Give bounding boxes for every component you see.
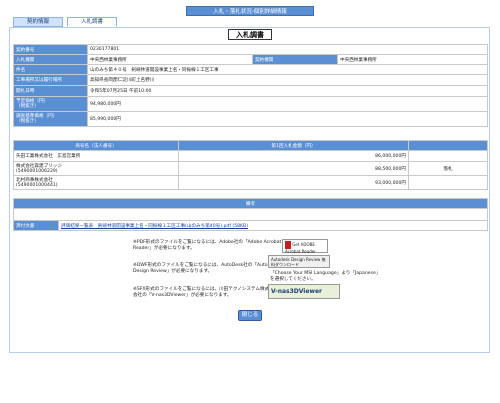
tab-bar: 契約情報 入札調書 xyxy=(13,17,117,27)
detail-label: 契約番号 xyxy=(13,44,88,55)
adobe-reader-badge[interactable]: Get ADOBE Acrobat Reader xyxy=(282,239,328,254)
attachment-cell: 評価結果一覧表 剣峡林道開設事業上名・同振線１工区工事(山のみち第40号).pd… xyxy=(58,220,488,231)
tab-bid-record[interactable]: 入札調書 xyxy=(67,17,117,27)
details-table: 契約番号 0230177801 入札機関 中央西林業事務所 契約機関 中央西林業… xyxy=(13,44,488,127)
attachment-link[interactable]: 評価結果一覧表 剣峡林道開設事業上名・同振線１工区工事(山のみち第40号).pd… xyxy=(61,224,248,229)
detail-value: 85,990,000円 xyxy=(87,111,488,127)
detail-label: 予定価格（円） （税抜き） xyxy=(13,96,88,112)
bid-amount: 93,000,000円 xyxy=(178,175,409,190)
note-dwf: ※DWF形式のファイルをご覧になるには、AutoDesk社の「AutoDesk … xyxy=(133,263,280,274)
bids-header-amount: 第1回入札金額（円） xyxy=(178,140,409,151)
bids-header-remark xyxy=(408,140,488,151)
note-sfx: ※SFX形式のファイルをご覧になるには、川田テクノシステム株式会社の「V-nas… xyxy=(133,287,270,298)
table-row: 北村商事株式会社 (5490001000441) 93,000,000円 xyxy=(13,175,488,190)
remarks-table: 備考 添付文書 評価結果一覧表 剣峡林道開設事業上名・同振線１工区工事(山のみち… xyxy=(13,198,488,231)
detail-label: 調査基準価格（円） （税抜き） xyxy=(13,111,88,127)
detail-value: 山のみち第４０号 剣峡林道開設事業上名・同振線１工区工事 xyxy=(87,64,488,75)
remarks-body xyxy=(13,208,488,221)
detail-label: 工事場所又は履行場所 xyxy=(13,74,88,86)
note-dwf-language: 「Choose Your MSI Language」より「Japanese」を選… xyxy=(270,271,379,282)
table-row: 矢田工業株式会社 広島営業所 86,000,000円 xyxy=(13,150,488,162)
page-header-bar: 入札・落札状況-個別詳細情報 xyxy=(186,6,314,16)
tab-contract-info[interactable]: 契約情報 xyxy=(13,17,63,27)
bid-amount: 86,000,000円 xyxy=(178,150,409,162)
close-button[interactable]: 閉じる xyxy=(238,310,262,321)
autodesk-badge[interactable]: Autodesk Design Review 無料ダウンロード xyxy=(268,255,330,268)
detail-value: 高知県長岡郡仁淀川町上名野川 xyxy=(87,74,488,86)
bid-amount: 88,500,000円 xyxy=(178,161,409,176)
table-row: 株式会社森建ブリッジ (5490001006229) 88,500,000円 落… xyxy=(13,161,488,176)
detail-value: 令和5年07月25日 午前10:00 xyxy=(87,85,488,97)
vnas-viewer-badge[interactable]: V-nas3DViewer xyxy=(268,284,340,299)
adobe-icon xyxy=(285,241,291,249)
bid-remark xyxy=(408,150,488,162)
detail-value: 中央西林業事務所 xyxy=(87,54,253,65)
detail-value: 中央西林業事務所 xyxy=(337,54,488,65)
detail-label: 開札日時 xyxy=(13,85,88,97)
bid-remark: 落札 xyxy=(408,161,488,176)
detail-label: 入札機関 xyxy=(13,54,88,65)
bid-remark xyxy=(408,175,488,190)
detail-value: 94,980,000円 xyxy=(87,96,488,112)
bidder-name: 北村商事株式会社 (5490001000441) xyxy=(13,175,179,190)
attachment-label: 添付文書 xyxy=(13,220,59,231)
page-title: 入札調書 xyxy=(228,29,272,40)
note-pdf: ※PDF形式のファイルをご覧になるには、Adobe社の「Adobe Acroba… xyxy=(133,240,282,251)
bids-header-name: 商号名（法人番号） xyxy=(13,140,179,151)
bidder-name: 株式会社森建ブリッジ (5490001006229) xyxy=(13,161,179,176)
detail-value: 0230177801 xyxy=(87,44,488,55)
detail-label: 契約機関 xyxy=(252,54,338,65)
bidder-name: 矢田工業株式会社 広島営業所 xyxy=(13,150,179,162)
remarks-header: 備考 xyxy=(13,198,488,209)
bids-table: 商号名（法人番号） 第1回入札金額（円） 矢田工業株式会社 広島営業所 86,0… xyxy=(13,140,488,190)
detail-label: 件名 xyxy=(13,64,88,75)
